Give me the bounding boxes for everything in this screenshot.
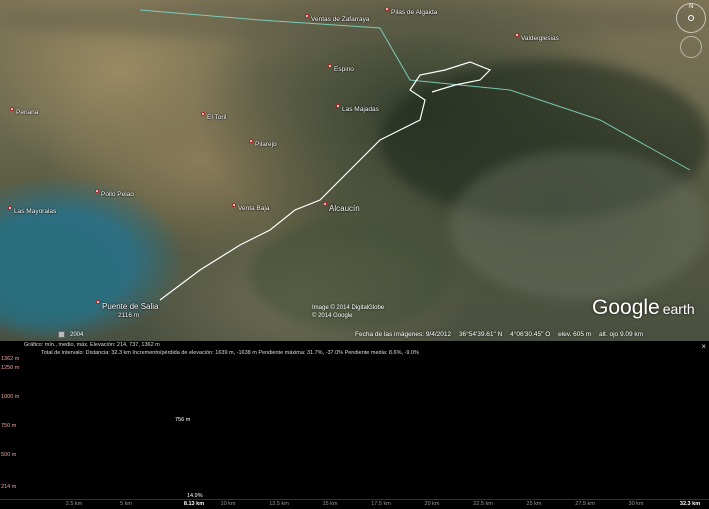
logo-google: Google [592, 296, 660, 319]
place-label[interactable]: Puente de Salia [102, 302, 159, 311]
place-pin-icon[interactable] [96, 300, 100, 304]
place-pin-icon[interactable] [95, 189, 99, 193]
y-tick-500: 500 m [1, 452, 17, 458]
elevation-profile-panel[interactable]: Gráfico: mín., medio, máx. Elevación: 21… [0, 341, 709, 509]
place-label[interactable]: Valdeiglesias [521, 35, 559, 42]
compass-center [688, 15, 694, 21]
y-tick-1250: 1250 m [1, 365, 20, 371]
map-view[interactable]: Ventas de Zafarraya Pilas de Algaida Valde… [0, 0, 709, 341]
x-tick-cursor: 8.13 km [183, 501, 205, 507]
place-pin-icon[interactable] [232, 203, 236, 207]
place-label[interactable]: Las Mayoralas [14, 208, 56, 215]
place-label[interactable]: Ventas de Zafarraya [311, 16, 370, 23]
imagery-year: 2004 [70, 332, 84, 338]
x-tick-17-5: 17.5 km [371, 501, 391, 507]
google-earth-logo: Google earth [592, 296, 695, 320]
credit-line-2: © 2014 Google [312, 313, 353, 319]
puente-elev-label: 2116 m [118, 312, 140, 319]
profile-header-summary: Gráfico: mín., medio, máx. Elevación: 21… [24, 342, 160, 348]
place-label[interactable]: Pollo Pelao [101, 191, 134, 198]
y-tick-1000: 1000 m [1, 394, 20, 400]
x-tick-5: 5 km [120, 501, 132, 507]
y-tick-1362: 1362 m [1, 356, 20, 362]
look-control-icon[interactable] [680, 36, 702, 58]
eye-altitude-readout: alt. ojo 9.09 km [599, 331, 644, 338]
place-pin-icon[interactable] [201, 112, 205, 116]
x-tick-12-5: 12.5 km [269, 501, 289, 507]
cursor-elevation-value: 756 m [175, 417, 191, 423]
x-tick-2-5: 2.5 km [65, 501, 83, 507]
x-tick-15: 15 km [322, 501, 338, 507]
straight-path-line [139, 9, 691, 171]
place-label[interactable]: Pilarejo [255, 141, 277, 148]
longitude-readout: 4°06'30.45" O [510, 331, 551, 338]
place-pin-icon[interactable] [8, 206, 12, 210]
profile-header-stats: Total de intervalo: Distancia: 32.3 km I… [41, 350, 419, 356]
x-axis-line [0, 499, 709, 500]
y-tick-750: 750 m [1, 423, 17, 429]
close-profile-button[interactable]: × [701, 342, 706, 351]
place-pin-icon[interactable] [249, 139, 253, 143]
compass-icon[interactable]: N [676, 3, 706, 33]
x-tick-20: 20 km [424, 501, 440, 507]
compass-north-label: N [689, 4, 694, 10]
historical-imagery-icon[interactable] [58, 331, 65, 338]
route-overlay [139, 9, 691, 301]
place-label[interactable]: Alcaucín [329, 204, 360, 213]
elevation-readout: elev. 605 m [558, 331, 592, 338]
place-pin-icon[interactable] [328, 64, 332, 68]
x-tick-25: 25 km [526, 501, 542, 507]
place-label[interactable]: El Toril [207, 114, 226, 121]
place-pin-icon[interactable] [336, 104, 340, 108]
place-label[interactable]: Pilas de Algaida [391, 9, 437, 16]
imagery-credit: Image © 2014 DigitalGlobe © 2014 Google [312, 304, 384, 320]
x-tick-10: 10 km [220, 501, 236, 507]
place-pin-icon[interactable] [10, 107, 14, 111]
gps-track [159, 61, 492, 301]
logo-earth: earth [662, 301, 695, 317]
imagery-date: Fecha de las imágenes: 9/4/2012 [355, 331, 452, 338]
credit-line-1: Image © 2014 DigitalGlobe [312, 305, 385, 311]
x-tick-30: 30 km [628, 501, 644, 507]
latitude-readout: 36°54'39.61" N [458, 331, 503, 338]
place-pin-icon[interactable] [323, 202, 327, 206]
x-tick-27-5: 27.5 km [575, 501, 595, 507]
place-label[interactable]: Espino [334, 66, 354, 73]
place-pin-icon[interactable] [515, 33, 519, 37]
y-tick-214: 214 m [1, 484, 17, 490]
x-tick-end: 32.3 km [679, 501, 701, 507]
place-label[interactable]: Las Majadas [342, 106, 379, 113]
place-label[interactable]: Venta Baja [238, 205, 269, 212]
x-tick-22-5: 22.5 km [473, 501, 493, 507]
place-pin-icon[interactable] [305, 14, 309, 18]
place-label[interactable]: Periana [16, 109, 38, 116]
place-pin-icon[interactable] [385, 7, 389, 11]
status-bar: Fecha de las imágenes: 9/4/2012 36°54'39… [355, 331, 649, 338]
